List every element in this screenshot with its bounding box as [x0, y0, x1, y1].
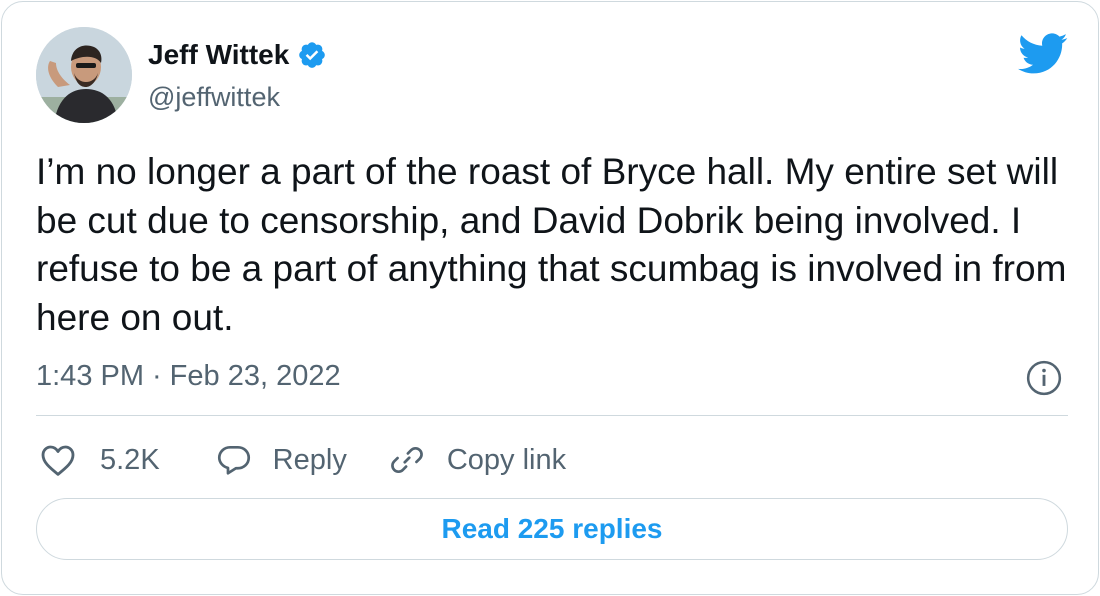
copy-link-button[interactable]: Copy link — [389, 442, 566, 478]
like-count: 5.2K — [100, 444, 160, 476]
link-icon — [390, 446, 423, 474]
action-bar: 5.2K Reply Copy link — [38, 438, 566, 482]
meta-separator: · — [152, 360, 162, 392]
info-icon[interactable] — [1025, 359, 1063, 397]
like-button[interactable]: 5.2K — [38, 440, 160, 480]
read-replies-button[interactable]: Read 225 replies — [36, 498, 1068, 560]
tweet-time[interactable]: 1:43 PM — [36, 358, 144, 394]
verified-badge-icon — [299, 42, 326, 68]
avatar-photo — [36, 27, 132, 123]
heart-icon — [41, 445, 75, 476]
author-handle[interactable]: @jeffwittek — [148, 80, 280, 114]
divider — [36, 415, 1068, 416]
reply-label: Reply — [272, 444, 347, 476]
twitter-bird-icon[interactable] — [1018, 33, 1068, 75]
reply-button[interactable]: Reply — [215, 441, 347, 479]
author-name[interactable]: Jeff Wittek — [148, 37, 289, 73]
copy-link-label: Copy link — [446, 444, 567, 476]
tweet-timestamp[interactable]: 1:43 PM · Feb 23, 2022 — [36, 358, 341, 394]
avatar[interactable] — [36, 27, 132, 123]
author-row: Jeff Wittek — [148, 37, 327, 73]
tweet-date[interactable]: Feb 23, 2022 — [170, 358, 341, 394]
tweet-text: I’m no longer a part of the roast of Bry… — [36, 151, 1067, 338]
tweet-card: Jeff Wittek @jeffwittek I’m no longer a … — [1, 1, 1099, 595]
reply-bubble-icon — [217, 445, 250, 475]
